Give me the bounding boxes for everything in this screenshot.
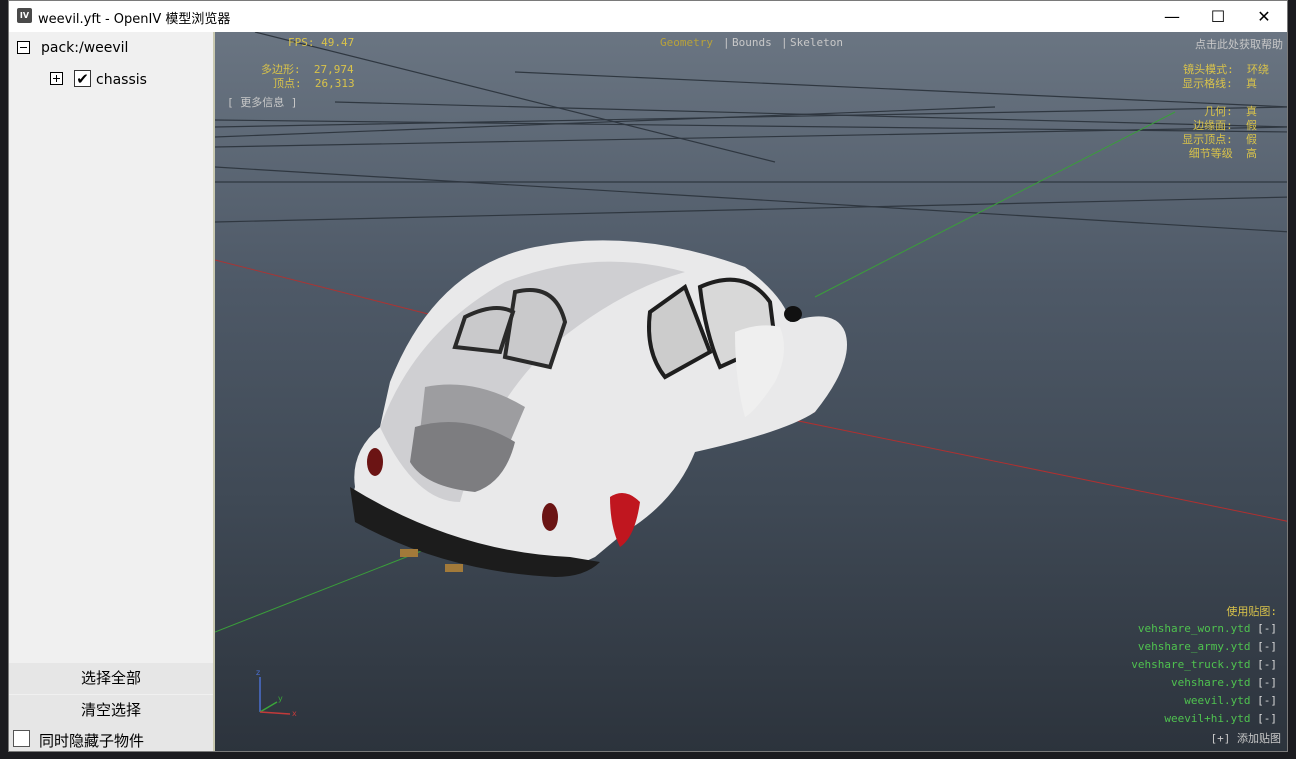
tree-root-label[interactable]: pack:/weevil <box>41 40 128 56</box>
minimize-button[interactable]: — <box>1149 1 1195 32</box>
texture-item: vehshare_worn.ytd [-] <box>1138 622 1277 635</box>
tree-chassis-label[interactable]: chassis <box>96 72 147 88</box>
texture-name[interactable]: vehshare_truck.ytd <box>1131 658 1250 671</box>
texture-name[interactable]: weevil+hi.ytd <box>1164 712 1250 725</box>
vertex-count: 顶点: 26,313 <box>273 77 355 90</box>
hide-children-checkbox[interactable] <box>13 730 30 747</box>
texture-name[interactable]: weevil.ytd <box>1184 694 1250 707</box>
texture-item: weevil+hi.ytd [-] <box>1164 712 1277 725</box>
remove-texture-button[interactable]: [-] <box>1257 622 1277 635</box>
svg-text:z: z <box>256 668 260 677</box>
textures-title: 使用贴图: <box>1226 605 1277 618</box>
hide-children-row[interactable]: 同时隐藏子物件 <box>9 726 213 751</box>
remove-texture-button[interactable]: [-] <box>1257 694 1277 707</box>
texture-name[interactable]: vehshare_worn.ytd <box>1138 622 1251 635</box>
tab-bounds[interactable]: Bounds <box>732 36 772 49</box>
tab-separator: | <box>781 36 788 49</box>
expand-chassis-icon[interactable] <box>50 72 63 85</box>
maximize-button[interactable]: ☐ <box>1195 1 1241 32</box>
select-all-button[interactable]: 选择全部 <box>9 663 213 694</box>
texture-item: weevil.ytd [-] <box>1184 694 1277 707</box>
show-grid-toggle[interactable]: 显示格线: 真 <box>1182 75 1257 91</box>
model-tree-sidebar: pack:/weevil ✔ chassis 选择全部 清空选择 同时隐藏子物件 <box>9 32 213 751</box>
collapse-root-icon[interactable] <box>17 41 30 54</box>
texture-name[interactable]: vehshare.ytd <box>1171 676 1250 689</box>
close-button[interactable]: ✕ <box>1241 1 1287 32</box>
chassis-checkbox[interactable]: ✔ <box>74 70 91 87</box>
svg-text:x: x <box>292 709 297 718</box>
window-title: weevil.yft - OpenIV 模型浏览器 <box>38 12 231 27</box>
weevil-car-model <box>350 240 847 577</box>
remove-texture-button[interactable]: [-] <box>1257 712 1277 725</box>
tab-skeleton[interactable]: Skeleton <box>790 36 843 49</box>
axis-gizmo: z y x <box>256 668 297 718</box>
texture-item: vehshare.ytd [-] <box>1171 676 1277 689</box>
openiv-app-icon: IV <box>17 8 32 23</box>
tab-separator: | <box>723 36 730 49</box>
clear-selection-button[interactable]: 清空选择 <box>9 695 213 726</box>
fps-readout: FPS: 49.47 <box>288 36 355 49</box>
lod-setting[interactable]: 细节等级 高 <box>1189 145 1257 161</box>
add-texture-button[interactable]: [+] 添加贴图 <box>1211 730 1282 746</box>
remove-texture-button[interactable]: [-] <box>1257 640 1277 653</box>
viewport-scene: z y x <box>215 32 1287 718</box>
help-link[interactable]: 点击此处获取帮助 <box>1195 36 1283 52</box>
texture-name[interactable]: vehshare_army.ytd <box>1138 640 1251 653</box>
ground-grid <box>215 32 1287 233</box>
svg-text:y: y <box>278 694 283 703</box>
texture-item: vehshare_truck.ytd [-] <box>1131 658 1277 671</box>
openiv-window: IV weevil.yft - OpenIV 模型浏览器 — ☐ ✕ pack:… <box>8 0 1288 752</box>
y-axis-line-back <box>814 111 1176 298</box>
remove-texture-button[interactable]: [-] <box>1257 676 1277 689</box>
title-bar[interactable]: IV weevil.yft - OpenIV 模型浏览器 — ☐ ✕ <box>9 1 1287 32</box>
remove-texture-button[interactable]: [-] <box>1257 658 1277 671</box>
tab-geometry[interactable]: Geometry <box>660 36 713 49</box>
more-info-link[interactable]: [ 更多信息 ] <box>227 94 298 110</box>
model-viewport[interactable]: z y x FPS: 49.47 多边形: 27,974 顶点: 26,313 … <box>213 32 1287 751</box>
texture-item: vehshare_army.ytd [-] <box>1138 640 1277 653</box>
hide-children-label: 同时隐藏子物件 <box>39 732 145 750</box>
x-axis-line-front <box>754 411 1287 522</box>
